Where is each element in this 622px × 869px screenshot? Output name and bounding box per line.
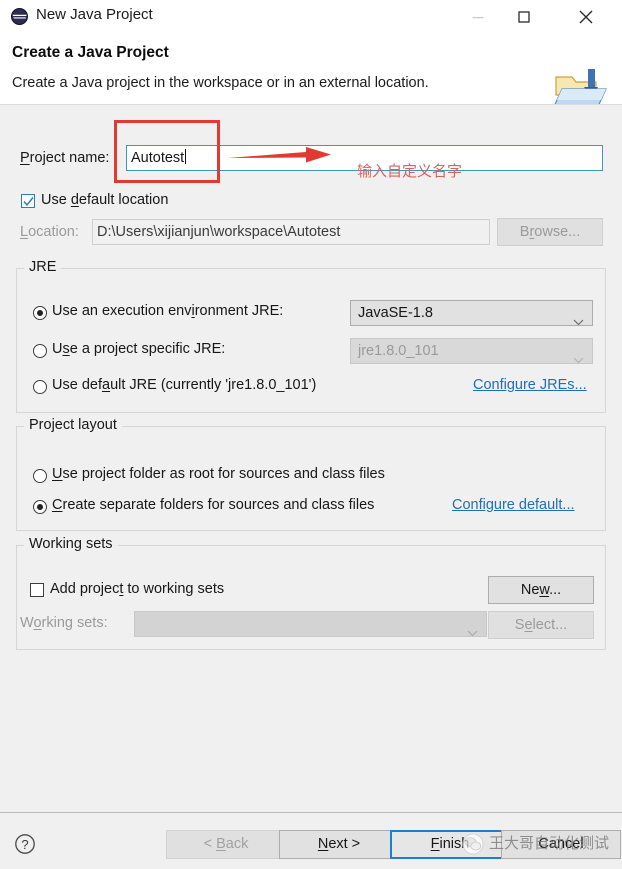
jre-execution-environment-combo[interactable]: JavaSE-1.8	[350, 300, 593, 326]
radio-execution-environment-jre[interactable]	[33, 306, 47, 320]
working-sets-label: Working sets:	[20, 615, 108, 631]
radio-execution-environment-jre-label: Use an execution environment JRE:	[52, 303, 284, 319]
jre-specific-label-rest: e a project specific JRE:	[69, 341, 226, 357]
project-name-label: Project name:	[20, 150, 110, 166]
wechat-logo-icon	[462, 833, 484, 860]
radio-separate-folders-label: Create separate folders for sources and …	[52, 497, 375, 513]
chevron-down-icon	[573, 348, 584, 363]
radio-project-specific-jre[interactable]	[33, 344, 47, 358]
working-sets-combo[interactable]	[134, 611, 487, 637]
use-default-location-label: Use default location	[41, 192, 169, 208]
back-label-rest: ack	[225, 836, 249, 852]
configure-jres-link[interactable]: Configure JREs...	[473, 377, 587, 393]
radio-project-folder-root[interactable]	[33, 469, 47, 483]
maximize-icon[interactable]	[501, 0, 547, 33]
new-java-project-dialog: New Java Project Create a Java Project C…	[0, 0, 622, 869]
radio-project-specific-jre-label: Use a project specific JRE:	[52, 341, 226, 357]
radio-separate-folders[interactable]	[33, 500, 47, 514]
chevron-down-icon	[573, 310, 584, 325]
back-button[interactable]: < Back	[166, 830, 286, 859]
watermark: 王大哥自动化测试	[462, 830, 612, 856]
radio-default-jre[interactable]	[33, 380, 47, 394]
jre-execution-environment-value: JavaSE-1.8	[358, 305, 433, 321]
jre-exec-label-rest: ronment JRE:	[194, 303, 284, 319]
jre-default-label-rest: ult JRE (currently 'jre1.8.0_101')	[110, 377, 317, 393]
annotation-highlight-box	[114, 120, 220, 183]
layout-separate-label-rest: reate separate folders for sources and c…	[62, 497, 375, 513]
new-working-set-button[interactable]: New...	[488, 576, 594, 604]
dialog-header: Create a Java Project Create a Java proj…	[0, 33, 622, 112]
help-icon[interactable]: ?	[14, 833, 36, 860]
page-description: Create a Java project in the workspace o…	[12, 75, 429, 91]
working-sets-field-label-rest: rking sets:	[41, 615, 108, 631]
window-title: New Java Project	[36, 6, 153, 23]
watermark-text: 王大哥自动化测试	[489, 835, 610, 852]
select-working-set-button[interactable]: Select...	[488, 611, 594, 639]
project-name-label-rest: roject name:	[29, 150, 110, 166]
annotation-text: 输入自定义名字	[357, 163, 463, 180]
jre-project-specific-value: jre1.8.0_101	[358, 343, 439, 359]
new-label-rest: ...	[549, 582, 562, 598]
layout-root-label-rest: se project folder as root for sources an…	[62, 466, 385, 482]
svg-text:?: ?	[21, 837, 28, 852]
browse-button[interactable]: Browse...	[497, 218, 603, 246]
eclipse-icon	[11, 8, 28, 25]
project-layout-group-title: Project layout	[24, 417, 122, 433]
working-sets-add-label-rest: to working sets	[123, 581, 225, 597]
jre-project-specific-combo[interactable]: jre1.8.0_101	[350, 338, 593, 364]
next-label-rest: ext >	[328, 836, 361, 852]
minimize-icon[interactable]	[455, 0, 501, 33]
page-title: Create a Java Project	[12, 44, 169, 61]
select-label-rest: lect...	[532, 617, 568, 633]
add-project-to-working-sets-label: Add project to working sets	[50, 581, 225, 597]
use-default-location-label-rest: efault location	[78, 192, 169, 208]
location-input[interactable]: D:\Users\xijianjun\workspace\Autotest	[92, 219, 490, 245]
chevron-down-icon	[467, 621, 478, 636]
working-sets-group-title: Working sets	[24, 536, 118, 552]
browse-label-rest: owse...	[534, 224, 581, 240]
configure-default-link[interactable]: Configure default...	[452, 497, 575, 513]
location-value: D:\Users\xijianjun\workspace\Autotest	[97, 224, 341, 240]
location-label-rest: ocation:	[28, 224, 79, 240]
annotation-arrow-icon	[228, 144, 332, 171]
title-bar: New Java Project	[0, 0, 622, 33]
radio-project-folder-root-label: Use project folder as root for sources a…	[52, 466, 385, 482]
location-label: Location:	[20, 224, 79, 240]
next-button[interactable]: Next >	[279, 830, 399, 859]
jre-group-title: JRE	[24, 259, 62, 275]
radio-default-jre-label: Use default JRE (currently 'jre1.8.0_101…	[52, 377, 317, 393]
add-project-to-working-sets-checkbox[interactable]	[30, 583, 44, 597]
close-icon[interactable]	[556, 0, 616, 33]
use-default-location-checkbox[interactable]	[21, 194, 35, 208]
